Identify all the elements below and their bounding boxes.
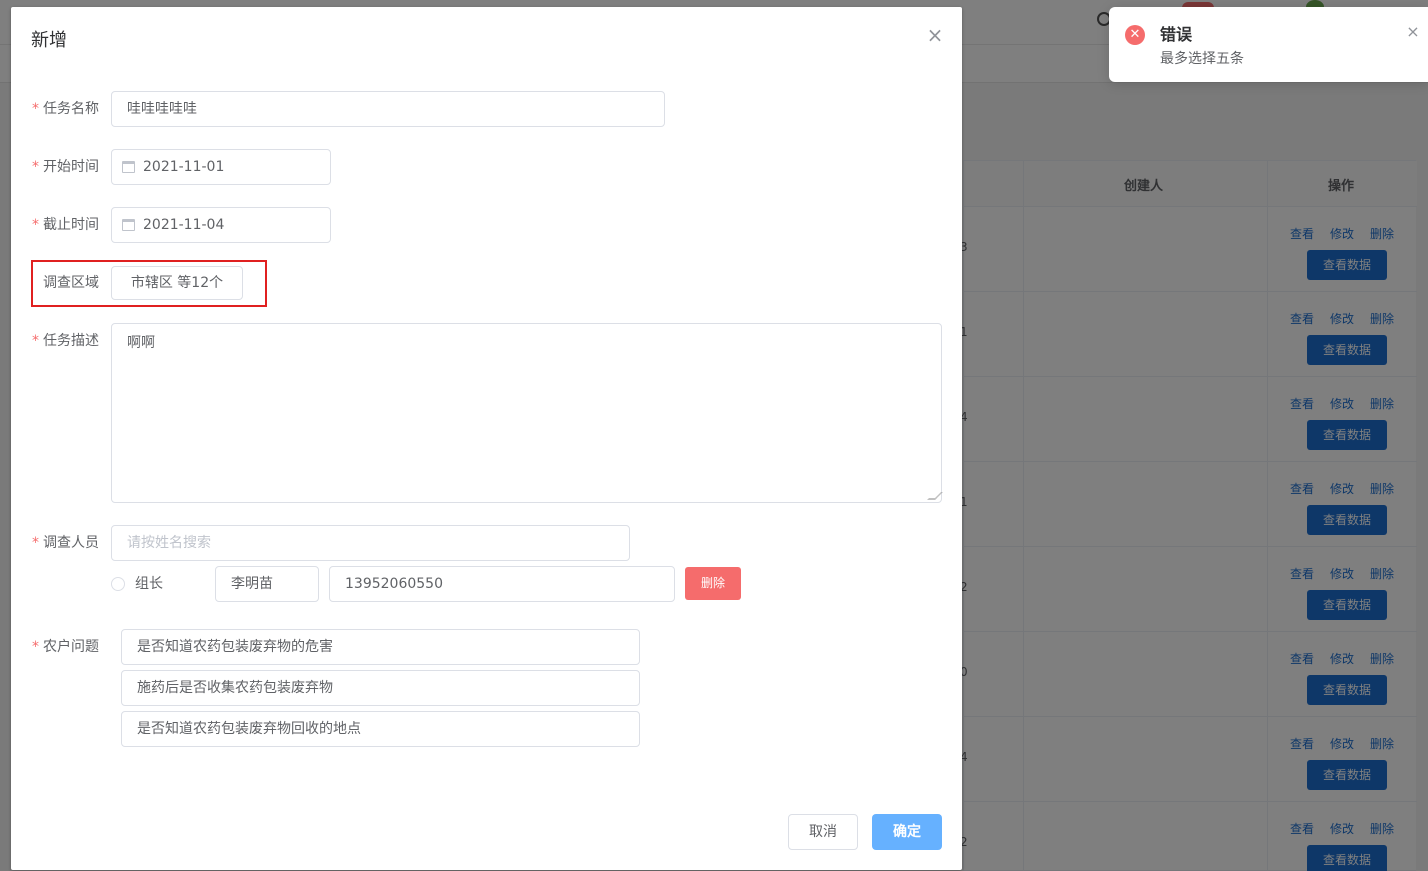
surveyor-search-input[interactable]: 请按姓名搜索 [111, 525, 630, 561]
end-date-value: 2021-11-04 [143, 217, 225, 233]
close-icon[interactable]: × [925, 25, 945, 45]
end-time-label: * 截止时间 [32, 217, 99, 233]
calendar-icon [122, 219, 135, 231]
task-desc-textarea[interactable]: 啊啊 [111, 323, 943, 503]
question-item[interactable]: 是否知道农药包装废弃物的危害 [121, 629, 640, 665]
notification-message: 最多选择五条 [1160, 51, 1244, 67]
start-date-picker[interactable]: 2021-11-01 [111, 149, 331, 185]
start-time-label: * 开始时间 [32, 159, 99, 175]
notification-title: 错误 [1160, 25, 1193, 44]
close-icon[interactable]: × [1405, 24, 1421, 40]
task-desc-value: 啊啊 [127, 335, 155, 351]
error-notification: ✕ 错误 最多选择五条 × [1109, 7, 1428, 82]
calendar-icon [122, 161, 135, 173]
task-name-input[interactable]: 哇哇哇哇哇 [111, 91, 665, 127]
leader-radio[interactable] [111, 577, 125, 591]
dialog-title: 新增 [31, 30, 67, 51]
survey-area-label: 调查区域 [43, 275, 99, 291]
resize-handle-icon[interactable] [927, 492, 943, 500]
start-date-value: 2021-11-01 [143, 159, 225, 175]
confirm-button[interactable]: 确定 [872, 814, 942, 850]
survey-area-button[interactable]: 市辖区 等12个 [111, 266, 243, 300]
member-phone-input[interactable]: 13952060550 [329, 566, 675, 602]
question-item[interactable]: 施药后是否收集农药包装废弃物 [121, 670, 640, 706]
task-name-label: * 任务名称 [32, 101, 99, 117]
surveyor-label: * 调查人员 [32, 535, 99, 551]
member-name-input[interactable]: 李明苗 [215, 566, 319, 602]
cancel-button[interactable]: 取消 [788, 814, 858, 850]
farmer-questions-label: * 农户问题 [32, 639, 99, 655]
error-icon: ✕ [1125, 25, 1145, 45]
leader-radio-label: 组长 [135, 576, 163, 592]
delete-member-button[interactable]: 删除 [685, 567, 741, 600]
task-desc-label: * 任务描述 [32, 333, 99, 349]
question-item[interactable]: 是否知道农药包装废弃物回收的地点 [121, 711, 640, 747]
add-task-dialog: 新增 × * 任务名称 哇哇哇哇哇 * 开始时间 2021-11-01 * 截止时间 … [11, 7, 962, 870]
end-date-picker[interactable]: 2021-11-04 [111, 207, 331, 243]
